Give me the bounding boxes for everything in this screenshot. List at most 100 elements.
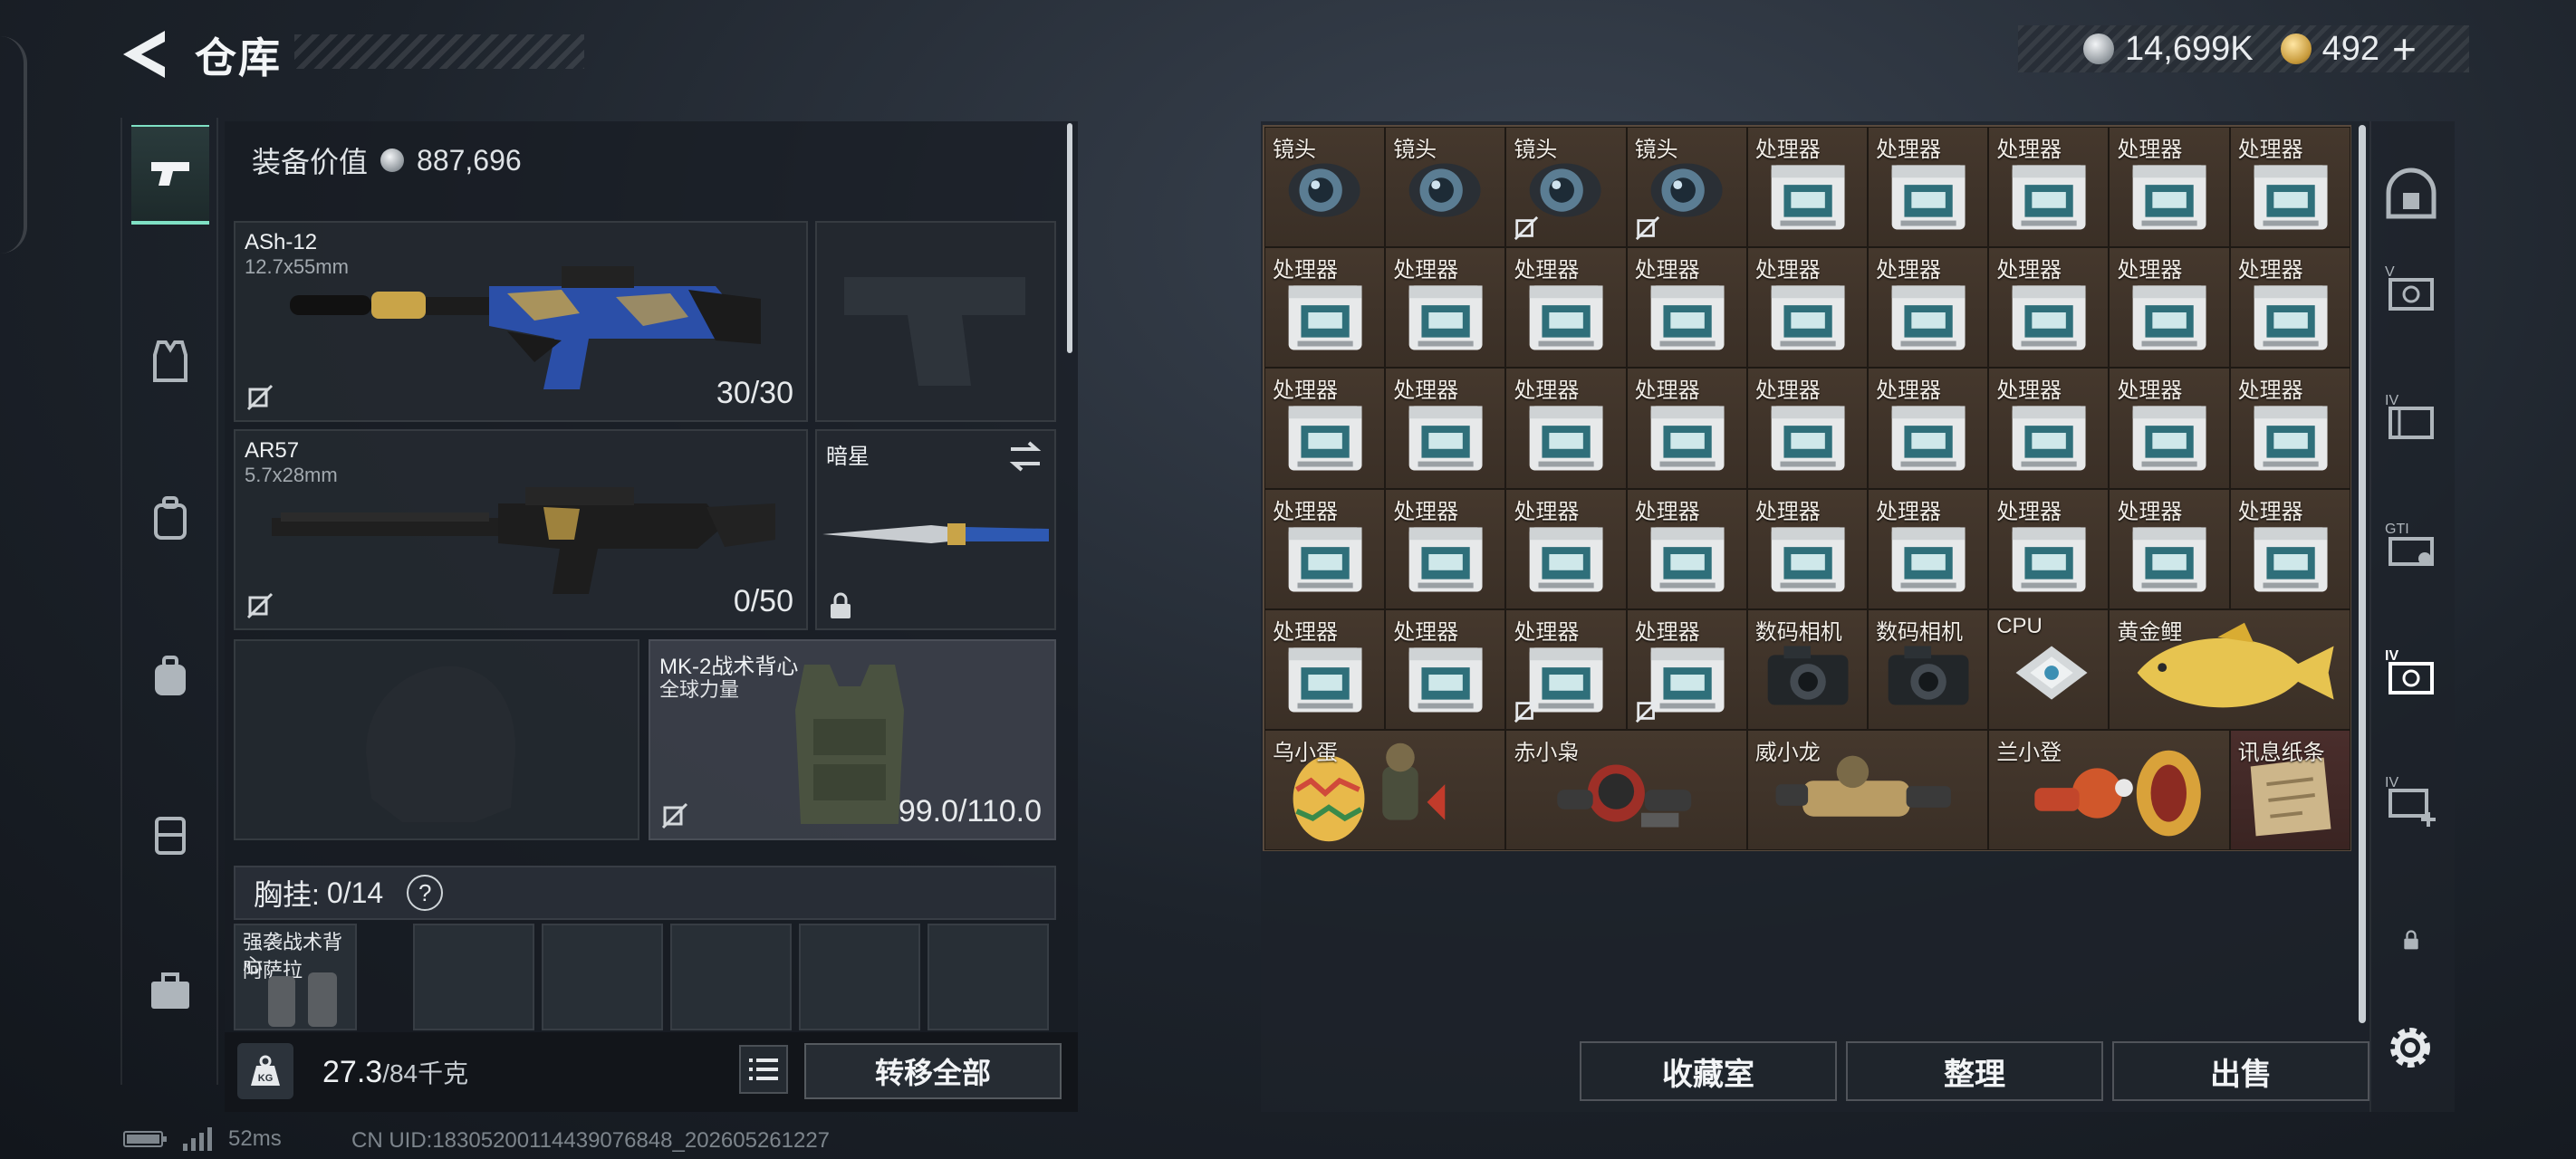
bound-icon	[1635, 216, 1659, 241]
lens-item[interactable]: 镜头	[1385, 127, 1506, 248]
processor-item[interactable]: 处理器	[2109, 368, 2230, 489]
item-label: 处理器	[1634, 619, 1700, 645]
organize-button[interactable]: 整理	[1846, 1041, 2103, 1101]
settings-button[interactable]	[2382, 1020, 2438, 1076]
rig-slot[interactable]: 强袭战术背心 阿萨拉	[234, 924, 357, 1030]
nav-case[interactable]	[131, 784, 209, 884]
add-currency-button[interactable]: +	[2392, 24, 2417, 73]
processor-item[interactable]: 处理器	[1626, 608, 1747, 730]
pocket-slot[interactable]	[799, 924, 920, 1030]
processor-item[interactable]: 处理器	[2229, 488, 2350, 609]
rail-safe-box[interactable]	[2377, 159, 2446, 228]
processor-item[interactable]: 处理器	[1385, 608, 1506, 730]
transfer-all-button[interactable]: 转移全部	[804, 1043, 1062, 1099]
processor-item[interactable]: 处理器	[1868, 488, 1989, 609]
rail-container-v[interactable]: V	[2377, 255, 2446, 324]
processor-item[interactable]: 处理器	[1988, 127, 2110, 248]
camera-item[interactable]: 数码相机	[1868, 608, 1989, 730]
processor-item[interactable]: 处理器	[2109, 127, 2230, 248]
secondary-weapon-slot[interactable]: AR57 5.7x28mm 0/50	[234, 429, 808, 630]
processor-item[interactable]: 处理器	[1746, 368, 1868, 489]
processor-item[interactable]: 处理器	[1385, 488, 1506, 609]
lens-item[interactable]: 镜头	[1264, 127, 1386, 248]
nav-backpack[interactable]	[131, 627, 209, 726]
pocket-slot[interactable]	[928, 924, 1049, 1030]
processor-item[interactable]: 处理器	[1988, 488, 2110, 609]
item-label: 处理器	[1393, 499, 1459, 524]
processor-item[interactable]: 处理器	[1626, 488, 1747, 609]
special-item-lan[interactable]: 兰小登	[1988, 730, 2230, 851]
back-button[interactable]	[118, 27, 170, 81]
rail-locked-slot[interactable]	[2377, 905, 2446, 974]
processor-item[interactable]: 处理器	[2229, 127, 2350, 248]
weight-max: /84千克	[382, 1059, 469, 1087]
processor-item[interactable]: 处理器	[1868, 247, 1989, 369]
processor-item[interactable]: 处理器	[1264, 368, 1386, 489]
item-label: 赤小枭	[1514, 741, 1580, 765]
item-label: 处理器	[1754, 138, 1821, 162]
processor-item[interactable]: 处理器	[1746, 488, 1868, 609]
pistol-slot[interactable]	[815, 221, 1056, 422]
processor-item[interactable]: 处理器	[1746, 127, 1868, 248]
rail-container-iv-active[interactable]: IV	[2377, 639, 2446, 708]
camera-item[interactable]: 数码相机	[1746, 608, 1868, 730]
lens-item[interactable]: 镜头	[1626, 127, 1747, 248]
item-label: 处理器	[1996, 138, 2062, 162]
inventory-scrollbar[interactable]	[2359, 125, 2366, 1023]
melee-slot[interactable]: 暗星	[815, 429, 1056, 630]
pocket-slot[interactable]	[670, 924, 792, 1030]
rail-container-gti[interactable]: GTI	[2377, 511, 2446, 580]
message-note-item[interactable]: 讯息纸条	[2229, 730, 2350, 851]
processor-item[interactable]: 处理器	[1626, 368, 1747, 489]
special-item-egg[interactable]: 乌小蛋	[1264, 730, 1506, 851]
processor-item[interactable]: 处理器	[1626, 247, 1747, 369]
processor-item[interactable]: 处理器	[1264, 247, 1386, 369]
pocket-slot[interactable]	[542, 924, 663, 1030]
helmet-slot[interactable]	[234, 639, 639, 840]
processor-item[interactable]: 处理器	[1505, 247, 1627, 369]
processor-item[interactable]: 处理器	[1868, 368, 1989, 489]
processor-item[interactable]: 处理器	[1988, 368, 2110, 489]
processor-item[interactable]: 处理器	[1746, 247, 1868, 369]
equipment-scrollbar[interactable]	[1067, 123, 1072, 353]
special-item-owl[interactable]: 赤小枭	[1505, 730, 1747, 851]
special-item-dragon[interactable]: 威小龙	[1746, 730, 1989, 851]
processor-item[interactable]: 处理器	[1868, 127, 1989, 248]
item-label: 处理器	[1634, 499, 1700, 524]
list-view-button[interactable]	[739, 1045, 788, 1094]
processor-item[interactable]: 处理器	[2109, 247, 2230, 369]
processor-item[interactable]: 处理器	[2229, 368, 2350, 489]
processor-item[interactable]: 处理器	[1988, 247, 2110, 369]
lens-item[interactable]: 镜头	[1505, 127, 1627, 248]
cpu-item[interactable]: CPU	[1988, 608, 2110, 730]
swap-icon[interactable]	[1007, 440, 1043, 473]
processor-item[interactable]: 处理器	[1264, 488, 1386, 609]
rail-container-iv-a[interactable]: IV	[2377, 384, 2446, 453]
nav-weapons[interactable]	[131, 125, 209, 225]
help-icon[interactable]: ?	[407, 875, 444, 911]
golden-carp-item[interactable]: 黄金鲤	[2109, 608, 2350, 730]
nav-bag[interactable]	[131, 469, 209, 569]
silver-coin-icon	[2083, 34, 2114, 64]
sell-button[interactable]: 出售	[2112, 1041, 2369, 1101]
helmet-placeholder-icon	[366, 666, 516, 822]
container-icon: IV	[2385, 648, 2434, 694]
currency-bar: 14,699K 492 +	[2018, 25, 2469, 72]
collection-room-button[interactable]: 收藏室	[1580, 1041, 1837, 1101]
primary-weapon-slot[interactable]: ASh-12 12.7x55mm 30/30	[234, 221, 808, 422]
armor-slot[interactable]: MK-2战术背心 全球力量 99.0/110.0	[649, 639, 1056, 840]
processor-item[interactable]: 处理器	[1385, 368, 1506, 489]
item-label: 处理器	[1876, 258, 1941, 283]
rail-container-iv-plus[interactable]: IV	[2377, 766, 2446, 835]
processor-item[interactable]: 处理器	[1505, 488, 1627, 609]
pocket-slot[interactable]	[413, 924, 534, 1030]
nav-vest[interactable]	[131, 311, 209, 411]
processor-item[interactable]: 处理器	[1264, 608, 1386, 730]
processor-item[interactable]: 处理器	[1505, 608, 1627, 730]
processor-item[interactable]: 处理器	[1505, 368, 1627, 489]
processor-item[interactable]: 处理器	[1385, 247, 1506, 369]
processor-item[interactable]: 处理器	[2229, 247, 2350, 369]
rig-image	[268, 972, 337, 1027]
processor-item[interactable]: 处理器	[2109, 488, 2230, 609]
nav-toolbox[interactable]	[131, 942, 209, 1041]
